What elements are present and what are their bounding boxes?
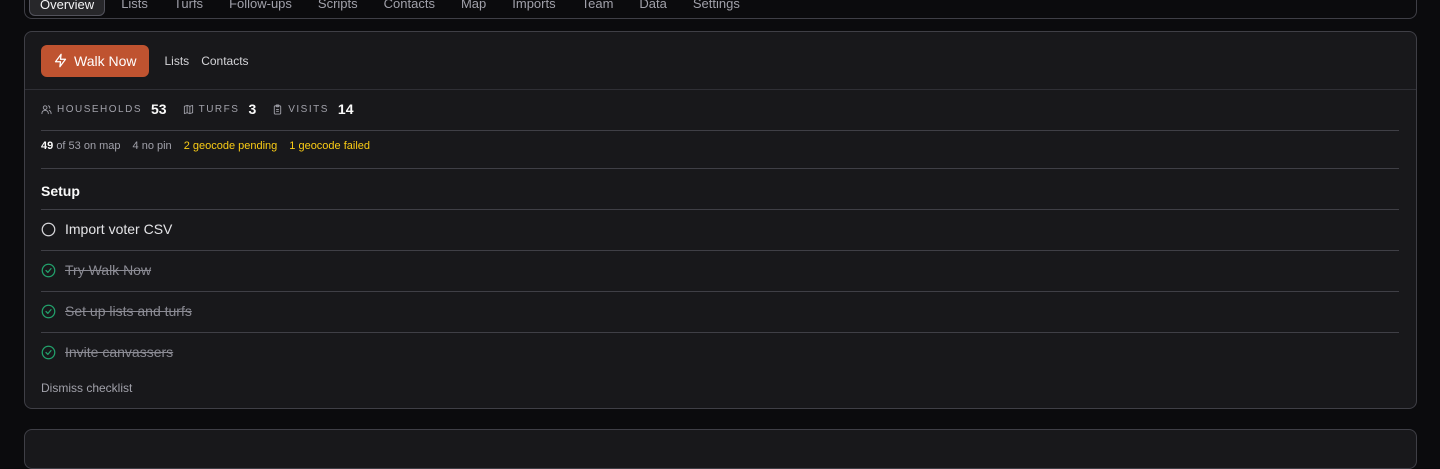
- on-map-count: 49: [41, 140, 54, 152]
- turfs-label: TURFS: [198, 103, 240, 115]
- stats-row: HOUSEHOLDS 53 TURFS 3 VISITS 14: [41, 101, 354, 117]
- geocode-failed-status[interactable]: 1 geocode failed: [289, 140, 370, 152]
- divider: [41, 130, 1399, 131]
- tab-follow-ups[interactable]: Follow-ups: [219, 0, 302, 16]
- visits-value: 14: [337, 101, 354, 117]
- contacts-link[interactable]: Contacts: [201, 54, 248, 68]
- households-label: HOUSEHOLDS: [57, 103, 143, 115]
- tab-team[interactable]: Team: [572, 0, 624, 16]
- geocode-pending-status[interactable]: 2 geocode pending: [184, 140, 278, 152]
- on-map-text: of 53 on map: [56, 140, 121, 152]
- tab-data[interactable]: Data: [629, 0, 676, 16]
- households-value: 53: [151, 101, 167, 117]
- check-circle-icon: [41, 263, 56, 278]
- on-map-status: 49 of 53 on map: [41, 140, 121, 152]
- tab-turfs[interactable]: Turfs: [164, 0, 213, 16]
- checklist-item-label: Import voter CSV: [65, 221, 173, 237]
- divider: [41, 250, 1399, 251]
- checklist-item-label: Invite canvassers: [65, 344, 174, 360]
- no-pin-status: 4 no pin: [132, 140, 172, 152]
- stat-visits: VISITS 14: [272, 101, 354, 117]
- lists-link[interactable]: Lists: [165, 54, 190, 68]
- divider: [41, 209, 1399, 210]
- divider: [41, 291, 1399, 292]
- overview-card: Walk Now Lists Contacts HOUSEHOLDS 53 TU…: [24, 31, 1417, 409]
- divider: [41, 168, 1399, 169]
- users-icon: [41, 104, 52, 115]
- checklist-item-label: Try Walk Now: [65, 262, 152, 278]
- checklist-item-import-voter-csv[interactable]: Import voter CSV: [41, 221, 172, 237]
- main-tab-bar: Overview Lists Turfs Follow-ups Scripts …: [24, 0, 1417, 19]
- visits-label: VISITS: [288, 103, 329, 115]
- checklist-item-try-walk-now[interactable]: Try Walk Now: [41, 262, 151, 278]
- tab-contacts[interactable]: Contacts: [374, 0, 445, 16]
- stat-households: HOUSEHOLDS 53: [41, 101, 167, 117]
- tab-overview[interactable]: Overview: [29, 0, 106, 16]
- clipboard-icon: [272, 103, 283, 115]
- tab-lists[interactable]: Lists: [111, 0, 158, 16]
- checklist-item-set-up-lists-and-turfs[interactable]: Set up lists and turfs: [41, 303, 192, 319]
- divider: [41, 332, 1399, 333]
- tab-settings[interactable]: Settings: [683, 0, 750, 16]
- lightning-icon: [53, 53, 68, 68]
- walk-now-button[interactable]: Walk Now: [41, 44, 149, 77]
- walk-now-label: Walk Now: [74, 52, 137, 69]
- map-icon: [183, 104, 194, 115]
- tab-map[interactable]: Map: [451, 0, 496, 16]
- card-header: Walk Now Lists Contacts: [25, 32, 1416, 90]
- checklist-item-invite-canvassers[interactable]: Invite canvassers: [41, 344, 173, 360]
- dismiss-checklist-link[interactable]: Dismiss checklist: [41, 381, 132, 395]
- next-card: [24, 429, 1417, 469]
- empty-circle-icon: [41, 222, 56, 237]
- turfs-value: 3: [248, 101, 257, 117]
- tab-imports[interactable]: Imports: [502, 0, 565, 16]
- check-circle-icon: [41, 345, 56, 360]
- checklist-item-label: Set up lists and turfs: [65, 303, 192, 319]
- setup-title: Setup: [41, 183, 80, 199]
- map-status-line: 49 of 53 on map 4 no pin 2 geocode pendi…: [41, 140, 370, 152]
- tab-scripts[interactable]: Scripts: [308, 0, 368, 16]
- check-circle-icon: [41, 304, 56, 319]
- stat-turfs: TURFS 3: [183, 101, 257, 117]
